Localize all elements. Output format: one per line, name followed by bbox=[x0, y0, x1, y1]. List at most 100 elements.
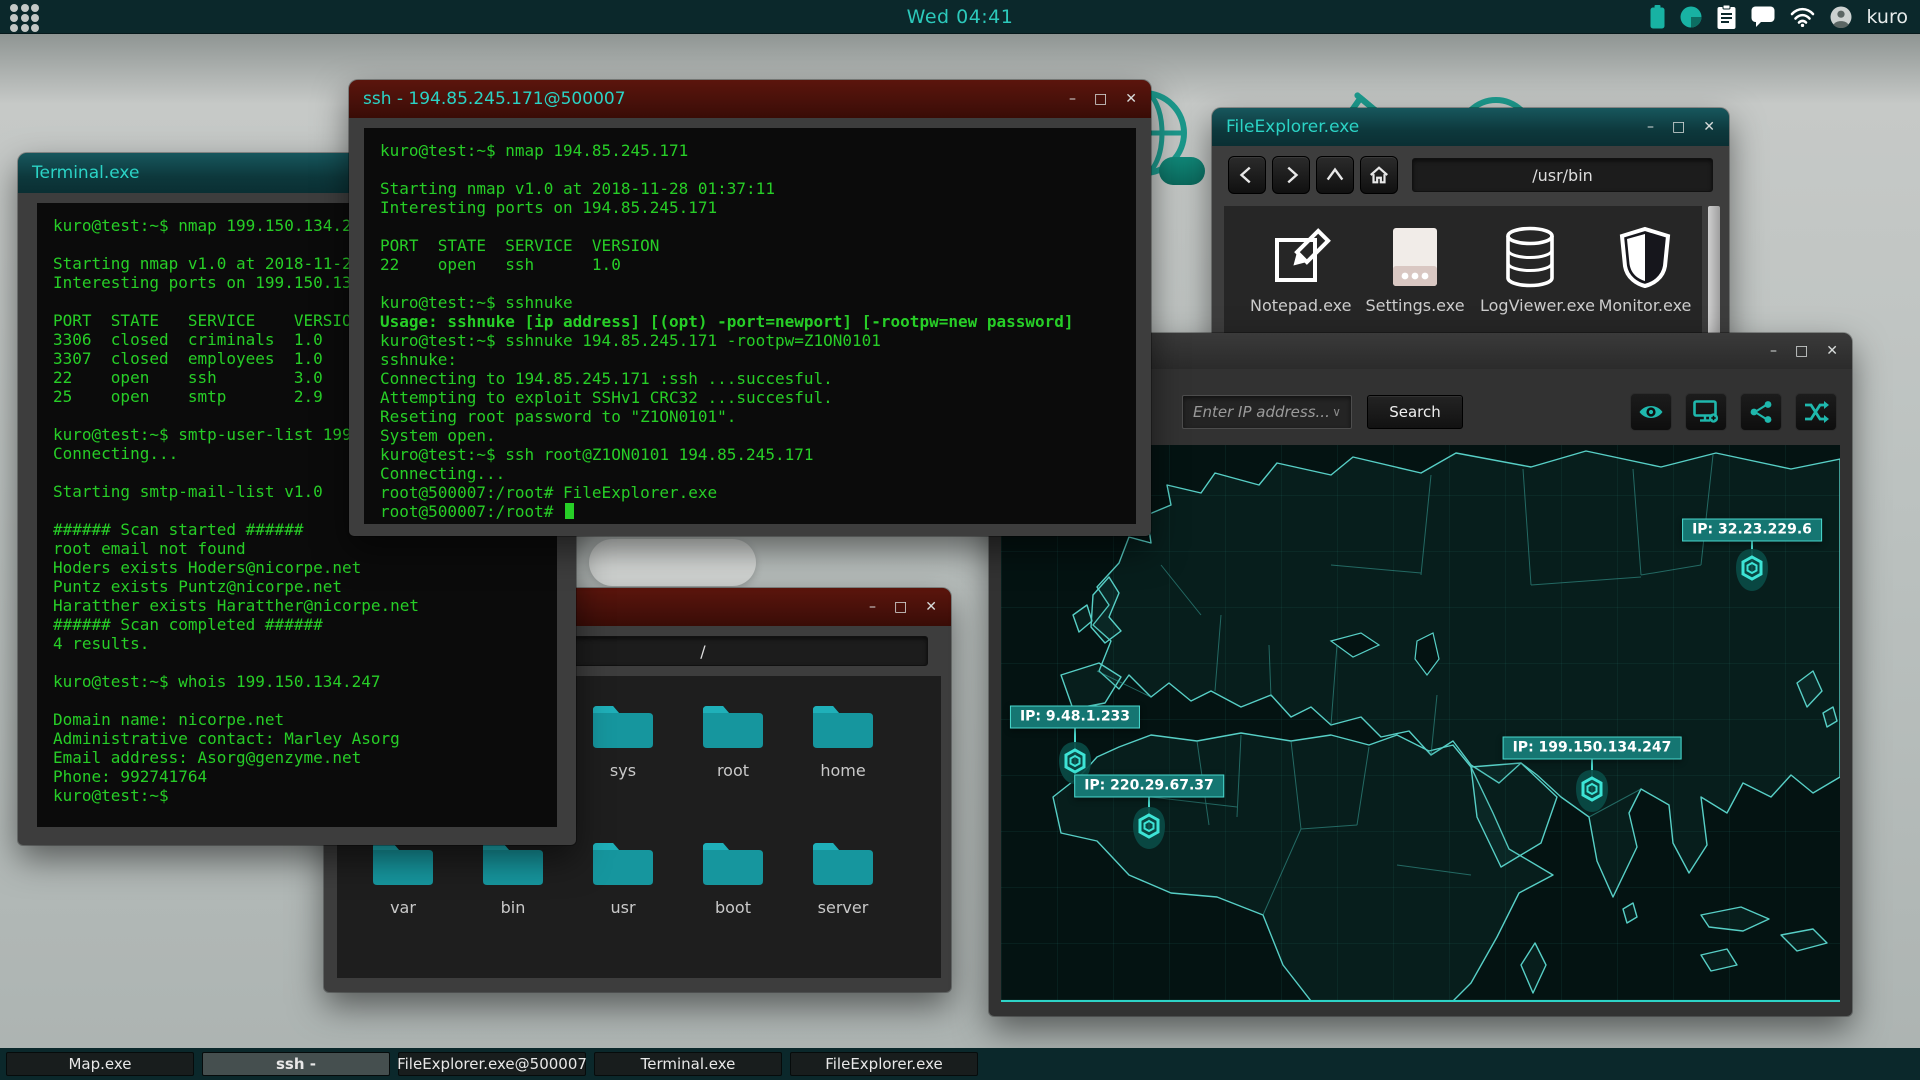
ip-label[interactable]: IP: 9.48.1.233 bbox=[1009, 705, 1141, 729]
minimize-button[interactable]: – bbox=[869, 600, 876, 614]
terminal-line: Domain name: nicorpe.net bbox=[53, 710, 285, 729]
terminal-line: System open. bbox=[380, 426, 496, 445]
monitor-icon bbox=[1595, 222, 1695, 288]
terminal-line: Interesting ports on 194.85.245.171 bbox=[380, 198, 718, 217]
minimize-button[interactable]: – bbox=[1770, 344, 1777, 358]
terminal-line: Administrative contact: Marley Asorg bbox=[53, 729, 400, 748]
terminal-line: Connecting... bbox=[380, 464, 506, 483]
terminal-line: Connecting to 194.85.245.171 :ssh ...suc… bbox=[380, 369, 833, 388]
screen-share-icon[interactable] bbox=[1685, 393, 1727, 431]
map-marker[interactable] bbox=[1735, 548, 1769, 596]
maximize-button[interactable]: □ bbox=[1795, 344, 1808, 358]
folder-boot[interactable]: boot bbox=[678, 837, 788, 917]
terminal-line: root email not found bbox=[53, 539, 246, 558]
close-button[interactable]: ✕ bbox=[1125, 92, 1137, 106]
wifi-icon bbox=[1790, 7, 1814, 27]
share-icon[interactable] bbox=[1740, 393, 1782, 431]
eye-icon[interactable] bbox=[1630, 393, 1672, 431]
terminal-line: kuro@test:~$ sshnuke 194.85.245.171 -roo… bbox=[380, 331, 881, 350]
terminal-cursor bbox=[565, 503, 575, 519]
ssh-terminal-output[interactable]: kuro@test:~$ nmap 194.85.245.171 Starting… bbox=[364, 128, 1136, 524]
terminal-line: root@500007:/root# bbox=[380, 502, 1120, 521]
minimize-button[interactable]: – bbox=[1647, 120, 1654, 134]
map-marker[interactable] bbox=[1575, 769, 1609, 817]
search-button[interactable]: Search bbox=[1367, 395, 1463, 429]
ssh-titlebar[interactable]: ssh - 194.85.245.171@500007 – □ ✕ bbox=[349, 80, 1151, 118]
taskbar-item[interactable]: FileExplorer.exe bbox=[790, 1052, 978, 1076]
map-marker[interactable] bbox=[1132, 806, 1166, 854]
terminal-line: ###### Scan completed ###### bbox=[53, 615, 323, 634]
ip-search-placeholder: Enter IP address... bbox=[1193, 403, 1330, 421]
taskbar-item[interactable]: FileExplorer.exe@500007 bbox=[397, 1052, 587, 1076]
maximize-button[interactable]: □ bbox=[894, 600, 907, 614]
folder-icon bbox=[568, 700, 678, 754]
file-icon-monitor[interactable]: Monitor.exe bbox=[1595, 222, 1695, 315]
avatar-icon[interactable] bbox=[1830, 6, 1852, 28]
folder-name: root bbox=[716, 761, 750, 780]
file-icon-logviewer[interactable]: LogViewer.exe bbox=[1480, 222, 1595, 315]
folder-icon bbox=[788, 837, 898, 891]
terminal-line: Reseting root password to "Z1ON0101". bbox=[380, 407, 737, 426]
window-title: Terminal.exe bbox=[32, 163, 140, 183]
terminal-line: root@500007:/root# FileExplorer.exe bbox=[380, 483, 718, 502]
file-icon-settings[interactable]: Settings.exe bbox=[1365, 222, 1465, 315]
chevron-down-icon[interactable]: ∨ bbox=[1332, 405, 1341, 419]
terminal-line: Hoders exists Hoders@nicorpe.net bbox=[53, 558, 362, 577]
terminal-line: kuro@test:~$ ssh root@Z1ON0101 194.85.24… bbox=[380, 445, 814, 464]
ip-label[interactable]: IP: 32.23.229.6 bbox=[1682, 518, 1822, 542]
taskbar-item[interactable]: Map.exe bbox=[6, 1052, 194, 1076]
maximize-button[interactable]: □ bbox=[1094, 92, 1107, 106]
minimize-button[interactable]: – bbox=[1069, 92, 1076, 106]
desktop-shortcut-blob[interactable] bbox=[589, 539, 756, 586]
folder-bin[interactable]: bin bbox=[458, 837, 568, 917]
terminal-line: Email address: Asorg@genzyme.net bbox=[53, 748, 362, 767]
folder-icon bbox=[788, 700, 898, 754]
ip-search-input[interactable]: Enter IP address... ∨ bbox=[1182, 395, 1352, 429]
folder-name: sys bbox=[609, 761, 637, 780]
terminal-line: kuro@test:~$ bbox=[53, 786, 179, 805]
file-explorer-titlebar[interactable]: FileExplorer.exe – □ ✕ bbox=[1212, 108, 1729, 146]
folder-icon bbox=[348, 837, 458, 891]
folder-home[interactable]: home bbox=[788, 700, 898, 780]
folder-usr[interactable]: usr bbox=[568, 837, 678, 917]
close-button[interactable]: ✕ bbox=[1826, 344, 1838, 358]
folder-name: home bbox=[820, 761, 866, 780]
ssh-window[interactable]: ssh - 194.85.245.171@500007 – □ ✕ kuro@t… bbox=[349, 80, 1151, 536]
clipboard-icon bbox=[1717, 4, 1736, 29]
folder-root[interactable]: root bbox=[678, 700, 788, 780]
folder-sys[interactable]: sys bbox=[568, 700, 678, 780]
taskbar-item[interactable]: Terminal.exe bbox=[594, 1052, 782, 1076]
ip-label[interactable]: IP: 220.29.67.37 bbox=[1074, 774, 1224, 798]
close-button[interactable]: ✕ bbox=[1703, 120, 1715, 134]
clock: Wed 04:41 bbox=[906, 5, 1014, 28]
window-title: FileExplorer.exe bbox=[1226, 117, 1360, 137]
close-button[interactable]: ✕ bbox=[925, 600, 937, 614]
folder-name: var bbox=[390, 898, 416, 917]
forward-button[interactable] bbox=[1272, 156, 1310, 194]
back-button[interactable] bbox=[1228, 156, 1266, 194]
address-bar[interactable]: /usr/bin bbox=[1412, 158, 1713, 192]
taskbar-item[interactable]: ssh - bbox=[202, 1052, 390, 1076]
battery-icon bbox=[1650, 4, 1665, 28]
desktop-shortcut-pill[interactable] bbox=[1159, 157, 1205, 185]
shuffle-icon[interactable] bbox=[1795, 393, 1837, 431]
current-path: / bbox=[700, 641, 706, 661]
maximize-button[interactable]: □ bbox=[1672, 120, 1685, 134]
terminal-line: kuro@test:~$ whois 199.150.134.247 bbox=[53, 672, 381, 691]
file-icon-notepad[interactable]: Notepad.exe bbox=[1250, 222, 1351, 315]
folder-icon bbox=[678, 837, 788, 891]
up-button[interactable] bbox=[1316, 156, 1354, 194]
terminal-line: sshnuke: bbox=[380, 350, 458, 369]
terminal-line: Phone: 992741764 bbox=[53, 767, 208, 786]
terminal-line: kuro@test:~$ nmap 194.85.245.171 bbox=[380, 141, 689, 160]
home-button[interactable] bbox=[1360, 156, 1398, 194]
current-path: /usr/bin bbox=[1532, 165, 1593, 185]
folder-var[interactable]: var bbox=[348, 837, 458, 917]
folder-server[interactable]: server bbox=[788, 837, 898, 917]
taskbar: Map.exe ssh - FileExplorer.exe@500007 Termi… bbox=[0, 1048, 1920, 1080]
username[interactable]: kuro bbox=[1867, 6, 1908, 28]
ip-label[interactable]: IP: 199.150.134.247 bbox=[1502, 736, 1682, 760]
terminal-line: Starting nmap v1.0 at 2018-11-28 01:37:1… bbox=[380, 179, 775, 198]
